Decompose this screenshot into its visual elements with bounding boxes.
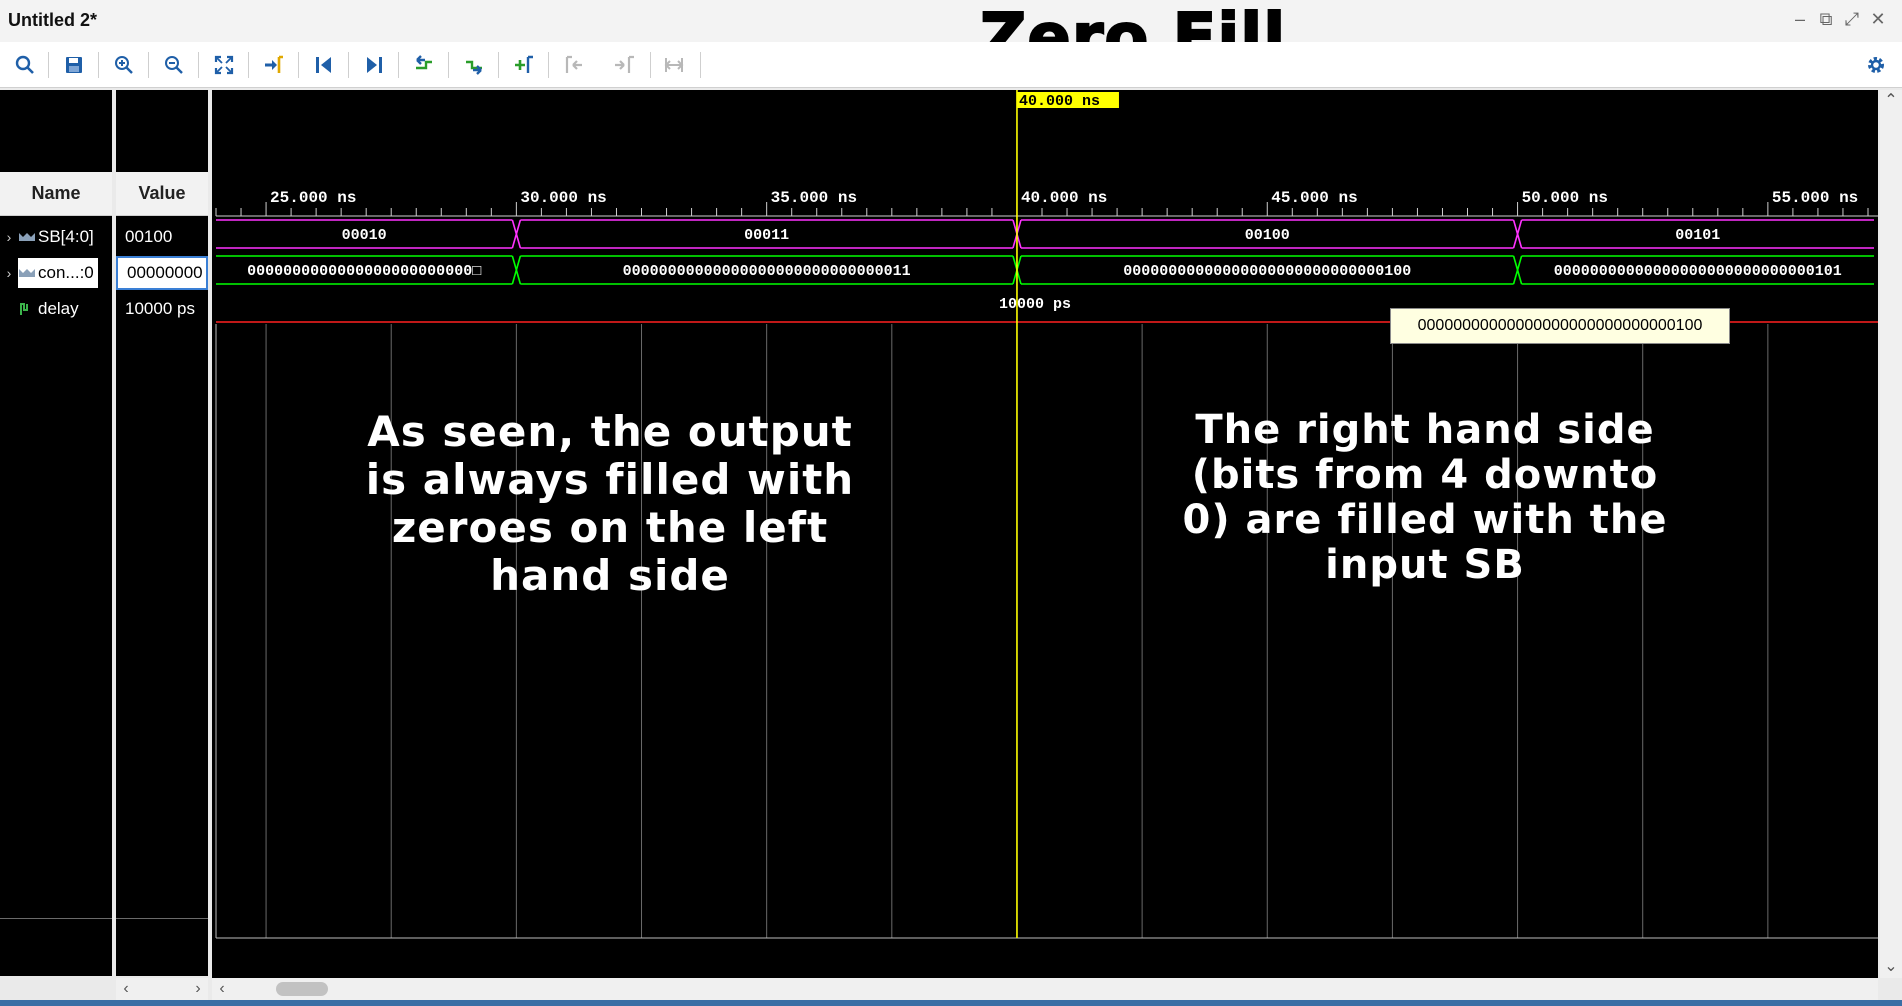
status-strip	[0, 1000, 1902, 1006]
out-bus-value-label: 0000000000000000000000000□	[247, 263, 481, 280]
swap-cursors-icon	[658, 50, 690, 80]
maximize-button[interactable]: ⤢	[1842, 8, 1862, 30]
out-bus-value-label: 00000000000000000000000000000011	[623, 263, 911, 280]
chevron-right-icon[interactable]: ›	[0, 229, 18, 245]
sb-bus-value-label: 00010	[342, 227, 387, 244]
search-icon[interactable]	[9, 50, 41, 80]
signal-value: 10000 ps	[125, 299, 195, 318]
save-icon[interactable]	[58, 50, 90, 80]
zoom-in-icon[interactable]	[108, 50, 140, 80]
close-button[interactable]: ✕	[1868, 8, 1888, 30]
sb-bus-value-label: 00100	[1245, 227, 1290, 244]
value-hscrollbar[interactable]: ‹ ›	[116, 978, 208, 1000]
axis-tick-label: 40.000 ns	[1021, 189, 1107, 207]
cursor-label: 40.000 ns	[1019, 93, 1100, 110]
annotation-line: input SB	[1325, 542, 1525, 588]
bus-icon	[19, 233, 35, 241]
next-marker-icon	[608, 50, 640, 80]
previous-marker-icon	[558, 50, 590, 80]
annotation-line: is always filled with	[365, 455, 855, 504]
add-marker-icon[interactable]	[508, 50, 540, 80]
divider	[0, 918, 112, 919]
name-column-header[interactable]: Name	[0, 172, 112, 216]
axis-tick-label: 50.000 ns	[1522, 189, 1608, 207]
zoom-fit-icon[interactable]	[208, 50, 240, 80]
wave-hscrollbar[interactable]: ‹	[212, 978, 1878, 1000]
signal-name: con...:0	[38, 263, 94, 282]
signal-icon	[20, 303, 28, 315]
go-to-time-zero-icon[interactable]	[308, 50, 340, 80]
value-column: Value 00100 00000000 10000 ps	[116, 90, 208, 976]
signal-name: SB[4:0]	[38, 227, 94, 246]
axis-tick-label: 35.000 ns	[771, 189, 857, 207]
waveform-toolbar	[0, 42, 1902, 88]
signal-row-delay[interactable]: delay	[0, 292, 112, 326]
signal-value: 00100	[125, 227, 173, 246]
annotation-line: (bits from 4 downto	[1191, 452, 1659, 498]
sb-bus-value-label: 00101	[1675, 227, 1720, 244]
delay-value-label: 10000 ps	[999, 296, 1071, 313]
value-column-header[interactable]: Value	[116, 172, 208, 216]
axis-tick-label: 30.000 ns	[520, 189, 606, 207]
minimize-button[interactable]: –	[1790, 8, 1810, 30]
axis-tick-label: 25.000 ns	[270, 189, 356, 207]
name-column: Name › SB[4:0] › con...:0 delay	[0, 90, 112, 976]
signal-name: delay	[38, 299, 79, 318]
annotation-line: As seen, the output	[367, 407, 853, 456]
value-tooltip: 00000000000000000000000000000100	[1390, 308, 1730, 344]
bus-icon	[19, 269, 35, 277]
go-to-last-time-icon[interactable]	[358, 50, 390, 80]
out-bus-value-label: 00000000000000000000000000000100	[1123, 263, 1411, 280]
scroll-left-icon[interactable]: ‹	[116, 978, 136, 1000]
annotation-left: As seen, the output is always filled wit…	[330, 408, 890, 600]
restore-button[interactable]: ⧉	[1816, 8, 1836, 30]
annotation-line: hand side	[490, 551, 730, 600]
wave-vscrollbar[interactable]: ⌃ ⌄	[1880, 90, 1902, 978]
annotation-line: 0) are filled with the	[1182, 497, 1668, 543]
zoom-out-icon[interactable]	[158, 50, 190, 80]
go-to-cursor-icon[interactable]	[258, 50, 290, 80]
signal-value-selected[interactable]: 00000000	[116, 256, 208, 290]
axis-tick-label: 55.000 ns	[1772, 189, 1858, 207]
next-transition-icon[interactable]	[458, 50, 490, 80]
annotation-line: The right hand side	[1195, 407, 1655, 453]
annotation-line: zeroes on the left	[391, 503, 829, 552]
signal-row-con[interactable]: › con...:0	[0, 256, 112, 290]
scroll-thumb[interactable]	[276, 982, 328, 996]
divider	[116, 918, 208, 919]
gear-icon[interactable]	[1860, 50, 1892, 80]
signal-row-sb[interactable]: › SB[4:0]	[0, 220, 112, 254]
scroll-right-icon[interactable]: ›	[188, 978, 208, 1000]
out-bus-value-label: 00000000000000000000000000000101	[1554, 263, 1842, 280]
scroll-up-icon[interactable]: ⌃	[1881, 90, 1901, 112]
axis-tick-label: 45.000 ns	[1271, 189, 1357, 207]
scroll-left-icon[interactable]: ‹	[212, 978, 232, 1000]
window-title: Untitled 2*	[8, 10, 98, 30]
previous-transition-icon[interactable]	[408, 50, 440, 80]
chevron-right-icon[interactable]: ›	[0, 265, 18, 281]
title-bar: Untitled 2* – ⧉ ⤢ ✕	[0, 0, 1902, 42]
sb-bus-value-label: 00011	[744, 227, 789, 244]
annotation-right: The right hand side (bits from 4 downto …	[1160, 408, 1690, 588]
scroll-down-icon[interactable]: ⌄	[1881, 956, 1901, 978]
